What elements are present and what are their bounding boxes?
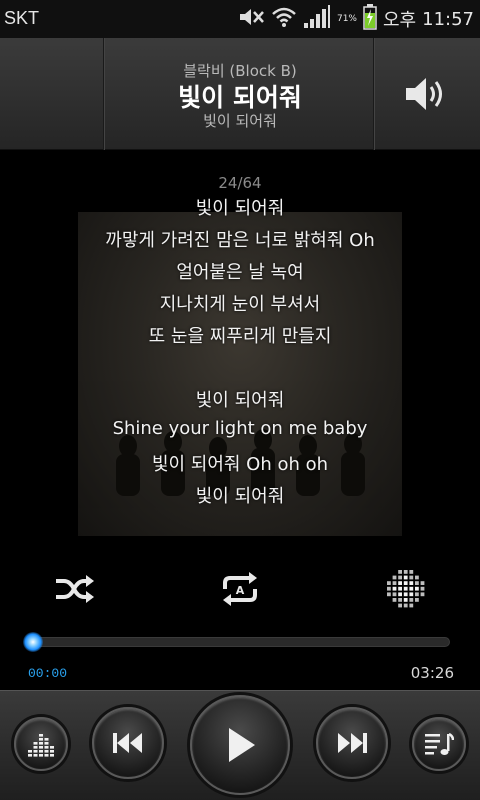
lyric-line: 또 눈을 찌푸리게 만들지 xyxy=(148,326,332,347)
play-button[interactable] xyxy=(190,695,290,795)
status-bar: SKT 71% 오후 11:57 xyxy=(0,0,480,38)
previous-button[interactable] xyxy=(92,707,164,779)
mute-icon xyxy=(237,6,265,32)
playlist-button[interactable] xyxy=(412,717,466,771)
previous-icon xyxy=(113,733,142,753)
lyric-line: 얼어붙은 날 녹여 xyxy=(176,262,304,283)
clock-time: 11:57 xyxy=(422,8,474,30)
next-button[interactable] xyxy=(316,707,388,779)
lyric-line: 빛이 되어줘 xyxy=(195,198,285,219)
lyric-line: 빛이 되어줘 xyxy=(195,486,285,507)
lyric-line: 빛이 되어줘 xyxy=(195,390,285,411)
battery-percent: 71% xyxy=(336,14,357,24)
lyric-line xyxy=(0,354,480,386)
total-duration: 03:26 xyxy=(410,664,454,682)
play-icon xyxy=(229,728,255,762)
sound-effect-icon xyxy=(387,570,425,608)
lyric-line: Shine your light on me baby xyxy=(112,418,368,439)
progress-thumb[interactable] xyxy=(23,632,43,652)
progress-bar[interactable] xyxy=(30,637,450,647)
signal-icon xyxy=(303,5,331,33)
wifi-icon xyxy=(271,6,297,32)
equalizer-button[interactable] xyxy=(14,717,68,771)
repeat-button[interactable]: A xyxy=(214,565,266,613)
lyric-line: 지나치게 눈이 부셔서 xyxy=(159,294,321,315)
sound-effect-button[interactable] xyxy=(380,565,432,613)
now-playing-header: 블락비 (Block B) 빛이 되어줘 빛이 되어줘 xyxy=(0,38,480,150)
track-index: 24/64 xyxy=(218,174,262,192)
lyrics-text: 빛이 되어줘 까맣게 가려진 맘은 너로 밝혀줘 Oh 얼어붙은 날 녹여 지나치게 … xyxy=(0,194,480,514)
equalizer-icon xyxy=(28,734,54,757)
repeat-badge: A xyxy=(236,584,245,597)
lyric-line: 까맣게 가려진 맘은 너로 밝혀줘 Oh xyxy=(105,230,375,251)
control-bar xyxy=(0,690,480,800)
speaker-icon xyxy=(406,78,442,110)
elapsed-time: 00:00 xyxy=(28,666,68,681)
carrier-name: SKT xyxy=(4,8,40,28)
volume-button[interactable] xyxy=(390,62,460,126)
lyrics-panel[interactable]: 24/64 빛이 되어줘 까맣게 가려진 맘은 너로 밝혀줘 Oh 얼어붙은 날 녹… xyxy=(0,150,480,550)
time-ampm: 오후 xyxy=(383,10,417,31)
shuffle-icon xyxy=(56,575,94,603)
shuffle-button[interactable] xyxy=(48,565,100,613)
playlist-icon xyxy=(425,732,454,755)
battery-charging-icon xyxy=(363,4,377,34)
repeat-all-icon: A xyxy=(223,572,257,606)
status-icons: 71% 오후 11:57 xyxy=(237,4,474,34)
next-icon xyxy=(338,733,367,753)
lyric-line: 빛이 되어줘 Oh oh oh xyxy=(151,454,329,475)
